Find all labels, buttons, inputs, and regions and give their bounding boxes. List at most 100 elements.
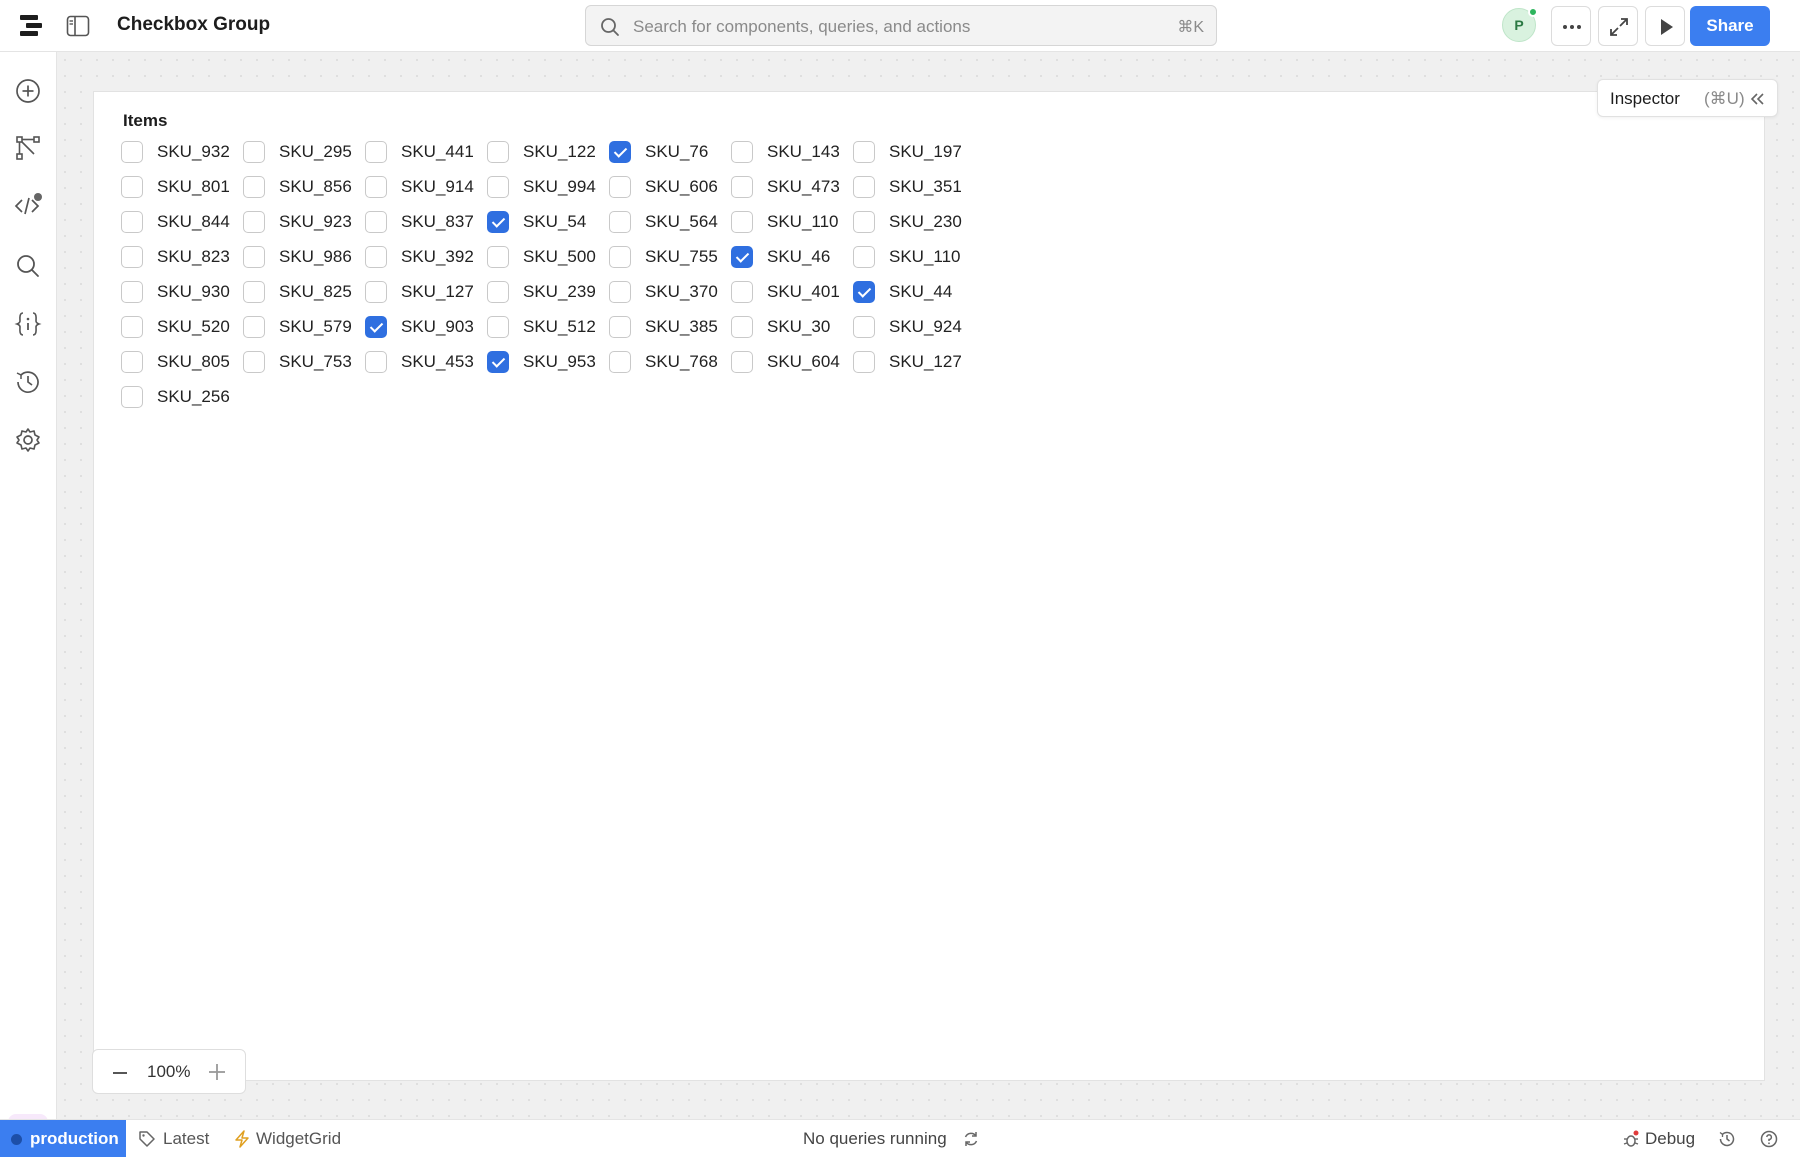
branch-label[interactable]: Latest xyxy=(163,1129,209,1149)
refresh-icon[interactable] xyxy=(962,1130,980,1148)
checkbox-unchecked[interactable] xyxy=(121,316,143,338)
history-icon[interactable] xyxy=(14,368,42,396)
search-icon[interactable] xyxy=(14,252,42,280)
fullscreen-button[interactable] xyxy=(1598,6,1638,46)
history-icon[interactable] xyxy=(1718,1130,1736,1148)
checkbox-unchecked[interactable] xyxy=(121,351,143,373)
checkbox-unchecked[interactable] xyxy=(365,141,387,163)
checkbox-checked[interactable] xyxy=(731,246,753,268)
top-bar: Checkbox Group Search for components, qu… xyxy=(0,0,1800,52)
checkbox-unchecked[interactable] xyxy=(853,351,875,373)
debug-button[interactable]: Debug xyxy=(1645,1129,1695,1149)
checkbox-checked[interactable] xyxy=(609,141,631,163)
app-logo-icon[interactable] xyxy=(18,13,44,39)
checkbox-label: SKU_256 xyxy=(157,387,230,406)
checkbox-label: SKU_46 xyxy=(767,247,831,266)
zoom-in-icon[interactable] xyxy=(207,1062,227,1082)
settings-icon[interactable] xyxy=(14,426,42,454)
checkbox-unchecked[interactable] xyxy=(853,316,875,338)
checkbox-unchecked[interactable] xyxy=(731,281,753,303)
checkbox-unchecked[interactable] xyxy=(243,316,265,338)
checkbox-unchecked[interactable] xyxy=(243,176,265,198)
checkbox-unchecked[interactable] xyxy=(609,246,631,268)
checkbox-unchecked[interactable] xyxy=(853,211,875,233)
zoom-level: 100% xyxy=(147,1062,191,1081)
more-options-button[interactable] xyxy=(1551,6,1591,46)
checkbox-unchecked[interactable] xyxy=(487,281,509,303)
checkbox-label: SKU_753 xyxy=(279,352,352,371)
checkbox-unchecked[interactable] xyxy=(609,281,631,303)
inspector-toggle[interactable]: Inspector (⌘U) xyxy=(1597,79,1778,117)
checkbox-unchecked[interactable] xyxy=(609,316,631,338)
checkbox-unchecked[interactable] xyxy=(121,141,143,163)
checkbox-label: SKU_564 xyxy=(645,212,718,231)
checkbox-unchecked[interactable] xyxy=(243,351,265,373)
checkbox-label: SKU_914 xyxy=(401,177,474,196)
checkbox-unchecked[interactable] xyxy=(365,351,387,373)
checkbox-label: SKU_392 xyxy=(401,247,474,266)
checkbox-unchecked[interactable] xyxy=(243,141,265,163)
zoom-out-icon[interactable] xyxy=(111,1064,129,1082)
play-icon xyxy=(1661,19,1673,35)
search-bar[interactable]: Search for components, queries, and acti… xyxy=(585,5,1217,46)
variables-icon[interactable] xyxy=(14,310,42,338)
checkbox-label: SKU_127 xyxy=(401,282,474,301)
environment-selector[interactable]: production xyxy=(0,1120,126,1157)
checkbox-unchecked[interactable] xyxy=(121,281,143,303)
checkbox-unchecked[interactable] xyxy=(487,141,509,163)
checkbox-label: SKU_579 xyxy=(279,317,352,336)
checkbox-unchecked[interactable] xyxy=(365,211,387,233)
checkbox-unchecked[interactable] xyxy=(731,141,753,163)
checkbox-label: SKU_755 xyxy=(645,247,718,266)
checkbox-unchecked[interactable] xyxy=(487,316,509,338)
checkbox-unchecked[interactable] xyxy=(121,246,143,268)
checkbox-label: SKU_295 xyxy=(279,142,352,161)
checkbox-label: SKU_230 xyxy=(889,212,962,231)
share-button[interactable]: Share xyxy=(1690,6,1770,46)
chevrons-left-icon[interactable] xyxy=(1748,90,1766,108)
preview-button[interactable] xyxy=(1645,6,1685,46)
checkbox-unchecked[interactable] xyxy=(609,211,631,233)
checkbox-unchecked[interactable] xyxy=(487,246,509,268)
checkbox-label: SKU_351 xyxy=(889,177,962,196)
checkbox-unchecked[interactable] xyxy=(243,281,265,303)
checkbox-label: SKU_441 xyxy=(401,142,474,161)
checkbox-group[interactable]: SKU_932 SKU_295 SKU_441 SKU_122 SKU_76 SKU_14… xyxy=(121,139,1001,419)
checkbox-unchecked[interactable] xyxy=(365,281,387,303)
code-icon[interactable] xyxy=(14,192,42,220)
checkbox-checked[interactable] xyxy=(365,316,387,338)
checkbox-unchecked[interactable] xyxy=(365,246,387,268)
checkbox-label: SKU_606 xyxy=(645,177,718,196)
checkbox-unchecked[interactable] xyxy=(853,246,875,268)
checkbox-unchecked[interactable] xyxy=(731,316,753,338)
panel-toggle-icon[interactable] xyxy=(66,15,90,37)
help-icon[interactable] xyxy=(1760,1130,1778,1148)
checkbox-unchecked[interactable] xyxy=(731,351,753,373)
widget-grid-label[interactable]: WidgetGrid xyxy=(256,1129,341,1149)
checkbox-label: SKU_986 xyxy=(279,247,352,266)
checkbox-unchecked[interactable] xyxy=(121,211,143,233)
checkbox-unchecked[interactable] xyxy=(609,176,631,198)
checkbox-unchecked[interactable] xyxy=(731,211,753,233)
plus-circle-icon[interactable] xyxy=(14,77,42,105)
workflow-icon[interactable] xyxy=(14,134,42,162)
checkbox-unchecked[interactable] xyxy=(853,176,875,198)
checkbox-unchecked[interactable] xyxy=(487,176,509,198)
checkbox-label: SKU_768 xyxy=(645,352,718,371)
checkbox-label: SKU_903 xyxy=(401,317,474,336)
checkbox-unchecked[interactable] xyxy=(731,176,753,198)
checkbox-checked[interactable] xyxy=(487,351,509,373)
checkbox-unchecked[interactable] xyxy=(365,176,387,198)
checkbox-unchecked[interactable] xyxy=(853,141,875,163)
checkbox-unchecked[interactable] xyxy=(243,246,265,268)
inspector-shortcut: (⌘U) xyxy=(1704,89,1745,108)
checkbox-unchecked[interactable] xyxy=(243,211,265,233)
checkbox-unchecked[interactable] xyxy=(121,386,143,408)
checkbox-label: SKU_994 xyxy=(523,177,596,196)
app-title[interactable]: Checkbox Group xyxy=(117,14,270,36)
checkbox-checked[interactable] xyxy=(487,211,509,233)
checkbox-unchecked[interactable] xyxy=(121,176,143,198)
checkbox-unchecked[interactable] xyxy=(609,351,631,373)
online-indicator xyxy=(1528,7,1538,17)
checkbox-checked[interactable] xyxy=(853,281,875,303)
